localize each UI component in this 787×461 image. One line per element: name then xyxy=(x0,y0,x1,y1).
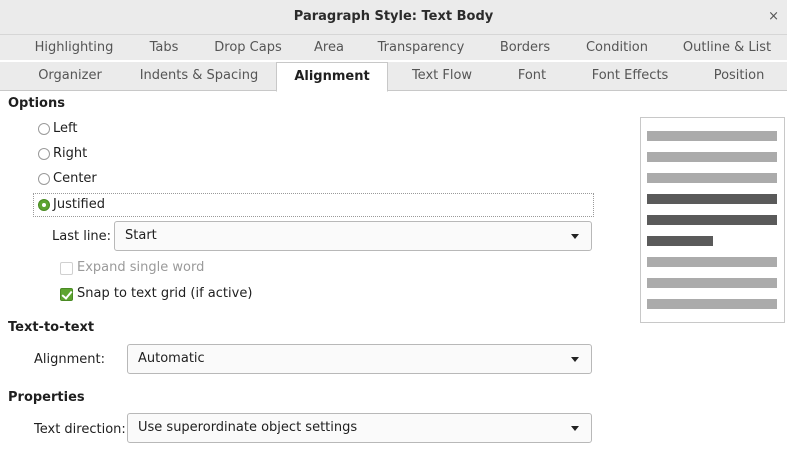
tab-font-effects[interactable]: Font Effects xyxy=(578,62,682,90)
text-to-text-alignment-value: Automatic xyxy=(138,351,205,366)
snap-to-grid-label: Snap to text grid (if active) xyxy=(77,286,253,301)
radio-right-label: Right xyxy=(53,146,88,161)
expand-single-word-label: Expand single word xyxy=(77,260,205,275)
preview-line xyxy=(647,131,777,141)
tab-condition[interactable]: Condition xyxy=(574,35,660,60)
snap-to-grid-checkbox[interactable]: Snap to text grid (if active) xyxy=(60,284,252,304)
tab-position[interactable]: Position xyxy=(696,62,782,90)
justified-focus-box xyxy=(33,193,594,217)
tab-transparency[interactable]: Transparency xyxy=(366,35,476,60)
tab-row-2: Organizer Indents & Spacing Alignment Te… xyxy=(0,62,787,92)
preview-line xyxy=(647,173,777,183)
text-to-text-alignment-select[interactable]: Automatic xyxy=(127,344,592,374)
radio-left[interactable]: Left xyxy=(38,118,77,140)
tab-highlighting[interactable]: Highlighting xyxy=(22,35,126,60)
close-icon[interactable]: × xyxy=(768,0,779,34)
radio-justified-button[interactable] xyxy=(38,199,50,211)
radio-center-label: Center xyxy=(53,171,97,186)
options-heading: Options xyxy=(8,96,65,111)
tab-organizer[interactable]: Organizer xyxy=(22,62,118,90)
tab-area[interactable]: Area xyxy=(303,35,355,60)
radio-justified[interactable]: Justified xyxy=(38,194,105,216)
preview-line xyxy=(647,257,777,267)
tab-tabs[interactable]: Tabs xyxy=(137,35,191,60)
tab-indents-spacing[interactable]: Indents & Spacing xyxy=(133,62,265,90)
preview-line-active xyxy=(647,215,777,225)
chevron-down-icon xyxy=(571,234,579,239)
last-line-value: Start xyxy=(125,228,157,243)
text-direction-label: Text direction: xyxy=(34,422,126,437)
preview-line-active-last xyxy=(647,236,713,246)
radio-right[interactable]: Right xyxy=(38,143,87,165)
text-direction-value: Use superordinate object settings xyxy=(138,420,358,435)
last-line-label: Last line: xyxy=(52,229,112,244)
chevron-down-icon xyxy=(571,357,579,362)
properties-heading: Properties xyxy=(8,390,85,405)
tab-font[interactable]: Font xyxy=(498,62,566,90)
tab-text-flow[interactable]: Text Flow xyxy=(396,62,488,90)
radio-center-button[interactable] xyxy=(38,173,50,185)
preview-line-active xyxy=(647,194,777,204)
preview-line xyxy=(647,299,777,309)
expand-single-word-box[interactable] xyxy=(60,261,73,275)
text-direction-select[interactable]: Use superordinate object settings xyxy=(127,413,592,443)
radio-right-button[interactable] xyxy=(38,148,50,160)
tab-row-1: Highlighting Tabs Drop Caps Area Transpa… xyxy=(0,35,787,60)
alignment-label: Alignment: xyxy=(34,352,105,367)
text-to-text-heading: Text-to-text xyxy=(8,320,95,335)
chevron-down-icon xyxy=(571,426,579,431)
preview-line xyxy=(647,278,777,288)
expand-single-word-checkbox[interactable]: Expand single word xyxy=(60,258,204,278)
radio-justified-label: Justified xyxy=(53,197,105,212)
snap-to-grid-box[interactable] xyxy=(60,287,73,301)
tab-borders[interactable]: Borders xyxy=(488,35,562,60)
last-line-select[interactable]: Start xyxy=(114,221,592,251)
radio-center[interactable]: Center xyxy=(38,168,97,190)
title-bar: Paragraph Style: Text Body × xyxy=(0,0,787,35)
tab-outline-list[interactable]: Outline & List xyxy=(672,35,782,60)
alignment-preview xyxy=(640,117,785,323)
radio-left-button[interactable] xyxy=(38,123,50,135)
tab-drop-caps[interactable]: Drop Caps xyxy=(205,35,291,60)
tab-alignment[interactable]: Alignment xyxy=(276,62,388,92)
window-title: Paragraph Style: Text Body xyxy=(293,9,494,24)
preview-line xyxy=(647,152,777,162)
radio-left-label: Left xyxy=(53,121,78,136)
